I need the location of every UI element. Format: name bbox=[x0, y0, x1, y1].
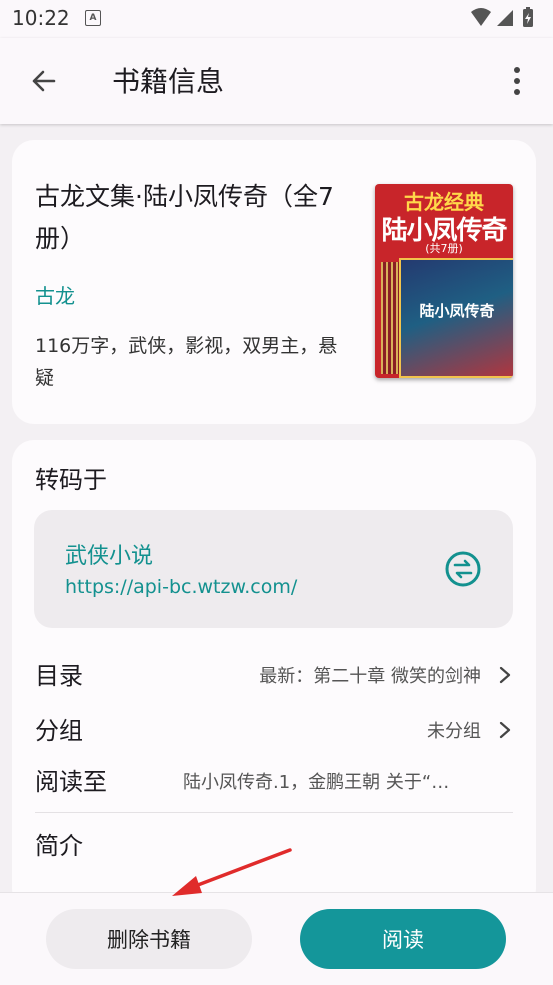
book-title: 古龙文集·陆小凤传奇（全7册） bbox=[35, 182, 334, 253]
source-url: https://api-bc.wtzw.com/ bbox=[65, 576, 298, 598]
arrow-left-icon bbox=[32, 70, 56, 92]
book-author[interactable]: 古龙 bbox=[35, 280, 75, 309]
group-row[interactable]: 分组 未分组 bbox=[35, 709, 515, 749]
back-button[interactable] bbox=[24, 61, 64, 101]
cover-spines bbox=[381, 262, 401, 374]
read-progress-label: 阅读至 bbox=[35, 768, 107, 796]
book-tags: 116万字，武侠，影视，双男主，悬疑 bbox=[35, 335, 338, 389]
chevron-right-icon bbox=[499, 721, 511, 739]
catalog-value: 最新：第二十章 微笑的剑神 bbox=[259, 666, 481, 687]
cover-box-text: 陆小凤传奇 bbox=[419, 302, 495, 320]
catalog-label: 目录 bbox=[35, 662, 83, 690]
chevron-right-icon bbox=[499, 666, 511, 684]
more-vert-icon bbox=[514, 67, 520, 95]
read-progress-row[interactable]: 阅读至 陆小凤传奇.1，金鹏王朝 关于“… bbox=[35, 760, 515, 800]
book-cover[interactable]: 古龙经典 陆小凤传奇 (共7册) 陆小凤传奇 bbox=[375, 184, 513, 378]
source-name: 武侠小说 bbox=[65, 544, 154, 569]
source-box[interactable]: 武侠小说 https://api-bc.wtzw.com/ bbox=[34, 510, 513, 628]
status-time: 10:22 bbox=[12, 6, 70, 30]
read-progress-value: 陆小凤传奇.1，金鹏王朝 关于“… bbox=[183, 772, 450, 793]
more-button[interactable] bbox=[501, 61, 533, 101]
divider bbox=[35, 812, 513, 813]
status-bar: 10:22 A bbox=[0, 0, 553, 38]
cover-sub-text: (共7册) bbox=[425, 242, 463, 255]
group-label: 分组 bbox=[35, 717, 83, 745]
intro-heading: 简介 bbox=[35, 832, 83, 860]
signal-icon bbox=[497, 10, 513, 26]
read-button[interactable]: 阅读 bbox=[300, 909, 506, 969]
app-bar: 书籍信息 bbox=[0, 38, 553, 124]
book-info-card: 古龙文集·陆小凤传奇（全7册） 古龙 116万字，武侠，影视，双男主，悬疑 古龙… bbox=[12, 140, 536, 424]
group-value: 未分组 bbox=[427, 721, 481, 742]
battery-icon bbox=[523, 7, 533, 27]
delete-book-button[interactable]: 删除书籍 bbox=[46, 909, 252, 969]
change-source-icon[interactable] bbox=[444, 550, 482, 588]
annotation-arrow-icon bbox=[172, 848, 292, 896]
wifi-icon bbox=[471, 8, 491, 26]
source-heading: 转码于 bbox=[35, 466, 107, 494]
catalog-row[interactable]: 目录 最新：第二十章 微笑的剑神 bbox=[35, 654, 515, 694]
page-title: 书籍信息 bbox=[112, 65, 225, 98]
status-icons bbox=[469, 7, 541, 29]
book-detail-card: 转码于 武侠小说 https://api-bc.wtzw.com/ 目录 最新：… bbox=[12, 440, 536, 910]
bottom-action-bar: 删除书籍 阅读 bbox=[0, 892, 553, 985]
cover-box-art: 陆小凤传奇 bbox=[399, 258, 513, 378]
notification-a-icon: A bbox=[85, 10, 101, 26]
